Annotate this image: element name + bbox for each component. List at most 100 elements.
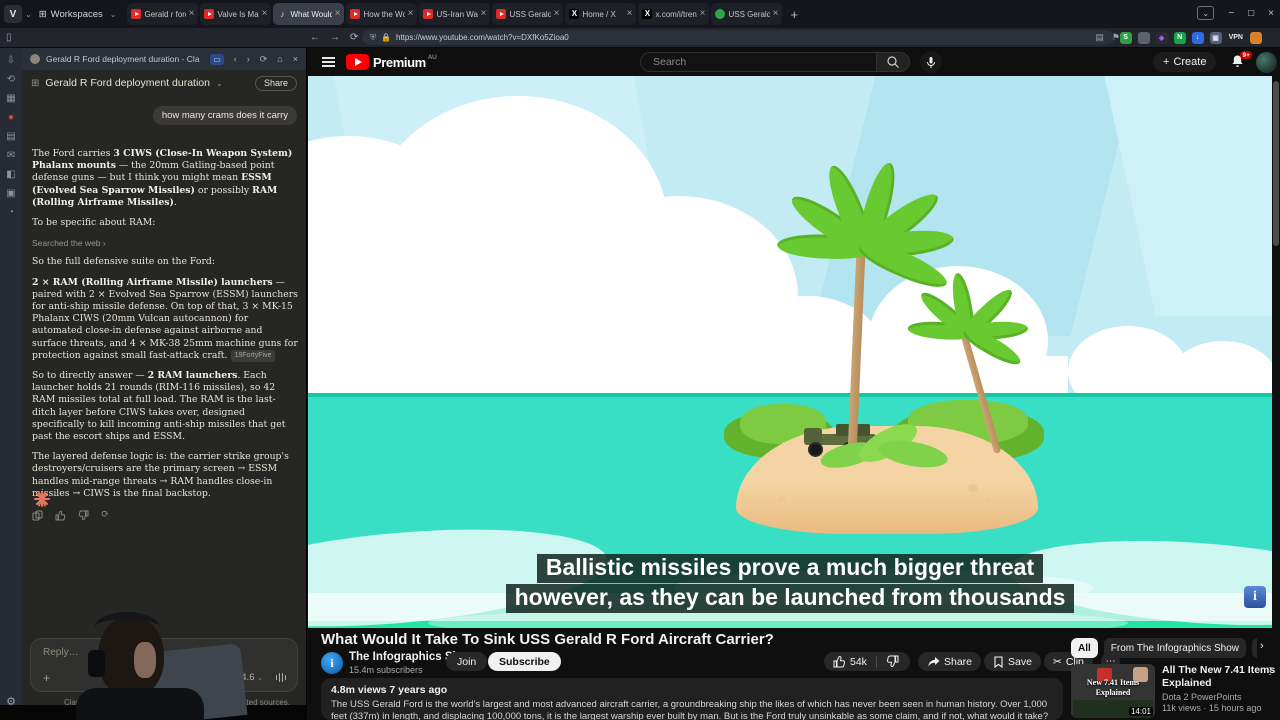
extension-icon[interactable]: ▣ xyxy=(1209,31,1222,44)
app-menu-chevron-icon[interactable]: ⌄ xyxy=(25,10,32,19)
browser-tab[interactable]: US-Iran War: USS Ger× xyxy=(419,3,491,25)
extension-icon[interactable]: VPN xyxy=(1227,31,1244,44)
reading-list-icon[interactable]: ▤ xyxy=(1095,32,1104,43)
panel-close-icon[interactable]: × xyxy=(293,54,298,64)
save-button[interactable]: Save xyxy=(984,652,1041,671)
filter-chip[interactable]: Aircraft car xyxy=(1252,638,1257,658)
back-icon[interactable]: ← xyxy=(310,32,320,43)
dislike-icon[interactable] xyxy=(886,655,899,668)
extension-icon[interactable]: ↓ xyxy=(1191,31,1204,44)
workspaces-button[interactable]: ⊞ Workspaces ⌄ xyxy=(39,9,120,20)
extension-icon[interactable]: S xyxy=(1119,31,1132,44)
tab-close-icon[interactable]: × xyxy=(773,9,779,19)
reading-panel-icon[interactable]: ◧ xyxy=(6,170,15,180)
settings-gear-icon[interactable]: ⚙ xyxy=(0,695,22,708)
filter-chip[interactable]: All xyxy=(1071,638,1098,658)
panel-forward-icon[interactable]: › xyxy=(247,54,250,64)
tab-close-icon[interactable]: × xyxy=(262,9,268,19)
share-button[interactable]: Share xyxy=(918,652,982,671)
bookmarks-panel-icon[interactable]: ▣ xyxy=(6,189,15,199)
tab-close-icon[interactable]: × xyxy=(627,9,633,19)
chips-next-icon[interactable]: › xyxy=(1260,640,1264,652)
scrollbar-thumb[interactable] xyxy=(1273,81,1279,246)
browser-tab[interactable]: How the World's Larg × xyxy=(346,3,418,25)
shield-icon[interactable]: ⛨ xyxy=(370,33,376,43)
mobile-view-icon[interactable]: ▭ xyxy=(210,53,224,65)
maximize-button[interactable]: □ xyxy=(1248,8,1254,19)
tab-close-icon[interactable]: × xyxy=(408,9,414,19)
hamburger-menu-icon[interactable] xyxy=(322,57,335,69)
attach-plus-button[interactable]: + xyxy=(43,671,50,685)
history-panel-icon[interactable]: ◔ xyxy=(8,208,14,218)
browser-tab[interactable]: ♪ What Would It Take T × xyxy=(273,3,345,25)
browser-tab[interactable]: Gerald r ford - YouTub × xyxy=(127,3,199,25)
new-tab-button[interactable]: + xyxy=(790,7,798,22)
forward-icon[interactable]: → xyxy=(330,32,340,43)
browser-tab[interactable]: X Home / X × xyxy=(565,3,637,25)
recommended-title[interactable]: All The New 7.41 Items Explained xyxy=(1162,664,1280,689)
source-citation-badge[interactable]: 19FortyFive xyxy=(230,349,276,363)
recommended-channel[interactable]: Dota 2 PowerPoints xyxy=(1162,692,1242,702)
url-text[interactable]: https://www.youtube.com/watch?v=DXfKo5Zi… xyxy=(396,33,569,42)
voice-mode-icon[interactable] xyxy=(275,673,286,682)
create-button[interactable]: + Create xyxy=(1153,52,1217,72)
browser-tab[interactable]: USS Gerald R. Ford d× xyxy=(492,3,564,25)
description-box[interactable]: 4.8m views 7 years ago The USS Gerald Fo… xyxy=(321,678,1063,720)
extension-icon[interactable] xyxy=(1250,31,1262,44)
copy-icon[interactable] xyxy=(32,510,43,521)
notes-panel-icon[interactable]: ▤ xyxy=(6,132,15,142)
sidebar-toggle-icon[interactable]: ⊞ xyxy=(31,78,39,89)
reply-input[interactable]: Reply… + Sonnet 4.6 ⌄ xyxy=(30,638,298,692)
downloads-icon[interactable]: ⇩ xyxy=(7,56,15,66)
browser-tab[interactable]: Xx.com/i/trending/2037× xyxy=(638,3,710,25)
searched-the-web-toggle[interactable]: Searched the web › xyxy=(32,237,298,249)
browser-tab[interactable]: Valve Is Making Some× xyxy=(200,3,272,25)
share-button[interactable]: Share xyxy=(254,75,297,91)
windows-panel-icon[interactable]: ▦ xyxy=(6,94,15,104)
subscribe-button[interactable]: Subscribe xyxy=(488,652,561,671)
thumbs-down-icon[interactable] xyxy=(78,510,89,521)
panel-back-icon[interactable]: ‹ xyxy=(234,54,237,64)
join-button[interactable]: Join xyxy=(446,652,488,671)
voice-search-button[interactable] xyxy=(920,51,942,73)
account-avatar[interactable] xyxy=(1256,52,1277,73)
youtube-premium-logo[interactable]: Premium AU xyxy=(346,54,437,70)
address-bar[interactable]: ⛨ 🔒 https://www.youtube.com/watch?v=DXfK… xyxy=(362,30,1114,45)
tab-close-icon[interactable]: × xyxy=(335,9,341,19)
tab-close-icon[interactable]: × xyxy=(481,9,487,19)
model-selector[interactable]: Sonnet 4.6 ⌄ xyxy=(209,672,263,683)
mail-badge-icon[interactable]: ● xyxy=(8,113,14,123)
like-icon[interactable] xyxy=(833,655,846,668)
panel-reload-icon[interactable]: ⟳ xyxy=(260,54,268,65)
channel-avatar[interactable]: i xyxy=(321,652,343,674)
reload-icon[interactable]: ⟳ xyxy=(350,32,358,43)
thumbs-up-icon[interactable] xyxy=(55,510,66,521)
search-input[interactable]: Search xyxy=(640,52,876,72)
like-count[interactable]: 54k xyxy=(850,656,867,668)
recommended-thumbnail[interactable]: New 7.41 Items Explained 14:01 xyxy=(1071,664,1155,718)
mail-panel-icon[interactable]: ✉ xyxy=(7,151,15,161)
tab-close-icon[interactable]: × xyxy=(700,9,706,19)
extension-icon[interactable]: ◆ xyxy=(1155,31,1168,44)
assistant-message: The Ford carries 3 CIWS (Close-In Weapon… xyxy=(32,148,298,521)
search-button[interactable] xyxy=(876,52,910,72)
tab-dropdown-icon[interactable]: ⌄ xyxy=(1197,6,1215,20)
filter-chip[interactable]: From The Infographics Show xyxy=(1103,638,1246,658)
channel-watermark[interactable]: i xyxy=(1244,586,1266,608)
page-scrollbar[interactable] xyxy=(1272,76,1280,720)
video-player[interactable]: Ballistic missiles prove a much bigger t… xyxy=(308,76,1272,628)
chat-title[interactable]: Gerald R Ford deployment duration xyxy=(45,77,210,89)
panel-toggle-icon[interactable]: ▯ xyxy=(6,32,12,43)
browser-tab[interactable]: USS Gerald R. Ford (C× xyxy=(711,3,783,25)
chat-title-chevron-icon[interactable]: ⌄ xyxy=(216,79,223,88)
sync-icon[interactable]: ⟲ xyxy=(7,75,15,85)
extension-icon[interactable] xyxy=(1137,31,1150,44)
close-window-button[interactable]: × xyxy=(1268,8,1274,19)
extension-icon[interactable]: N xyxy=(1173,31,1186,44)
tab-close-icon[interactable]: × xyxy=(554,9,560,19)
tab-close-icon[interactable]: × xyxy=(189,9,195,19)
minimize-button[interactable]: − xyxy=(1228,8,1234,19)
retry-icon[interactable]: ⟳ xyxy=(101,509,109,521)
panel-home-icon[interactable]: ⌂ xyxy=(277,54,282,64)
vivaldi-menu-button[interactable]: V xyxy=(4,5,22,23)
